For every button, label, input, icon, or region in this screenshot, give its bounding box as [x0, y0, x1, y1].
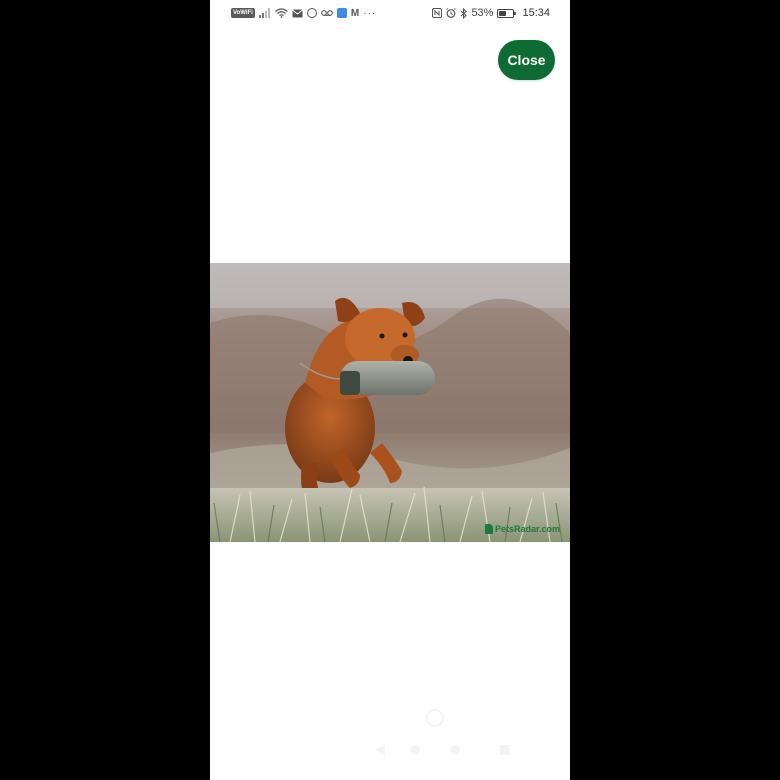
- mail-icon: [292, 9, 303, 18]
- dog-photo[interactable]: PetsRadar.com: [210, 263, 570, 542]
- watermark-text: PetsRadar.com: [494, 524, 560, 534]
- cloud-app-icon: [336, 8, 347, 18]
- wifi-icon: [274, 8, 288, 18]
- nfc-icon: [432, 8, 443, 18]
- alarm-icon: [446, 8, 457, 18]
- battery-level: [499, 10, 507, 16]
- status-left-group: VoWiFi M ···: [231, 8, 376, 19]
- watermark-logo-icon: [484, 524, 493, 534]
- battery-icon: [497, 8, 517, 18]
- page-background: VoWiFi M ··· 53% 15:34 Close PetsRadar.c…: [0, 0, 780, 780]
- sync-icon: [306, 8, 317, 18]
- clock-time: 15:34: [522, 7, 550, 19]
- carrier-badge: VoWiFi: [231, 8, 255, 18]
- signal-icon: [258, 8, 271, 18]
- overflow-icon: ···: [363, 7, 377, 19]
- voicemail-icon: [320, 9, 333, 17]
- navigation-hint: [360, 700, 520, 760]
- status-right-group: 53% 15:34: [432, 7, 550, 19]
- status-bar: VoWiFi M ··· 53% 15:34: [210, 0, 570, 26]
- bluetooth-icon: [460, 7, 468, 19]
- watermark: PetsRadar.com: [484, 524, 560, 534]
- close-button[interactable]: Close: [498, 40, 555, 80]
- gmail-icon: M: [350, 7, 360, 19]
- battery-percent: 53%: [471, 7, 494, 19]
- phone-screen: VoWiFi M ··· 53% 15:34 Close PetsRadar.c…: [210, 0, 570, 780]
